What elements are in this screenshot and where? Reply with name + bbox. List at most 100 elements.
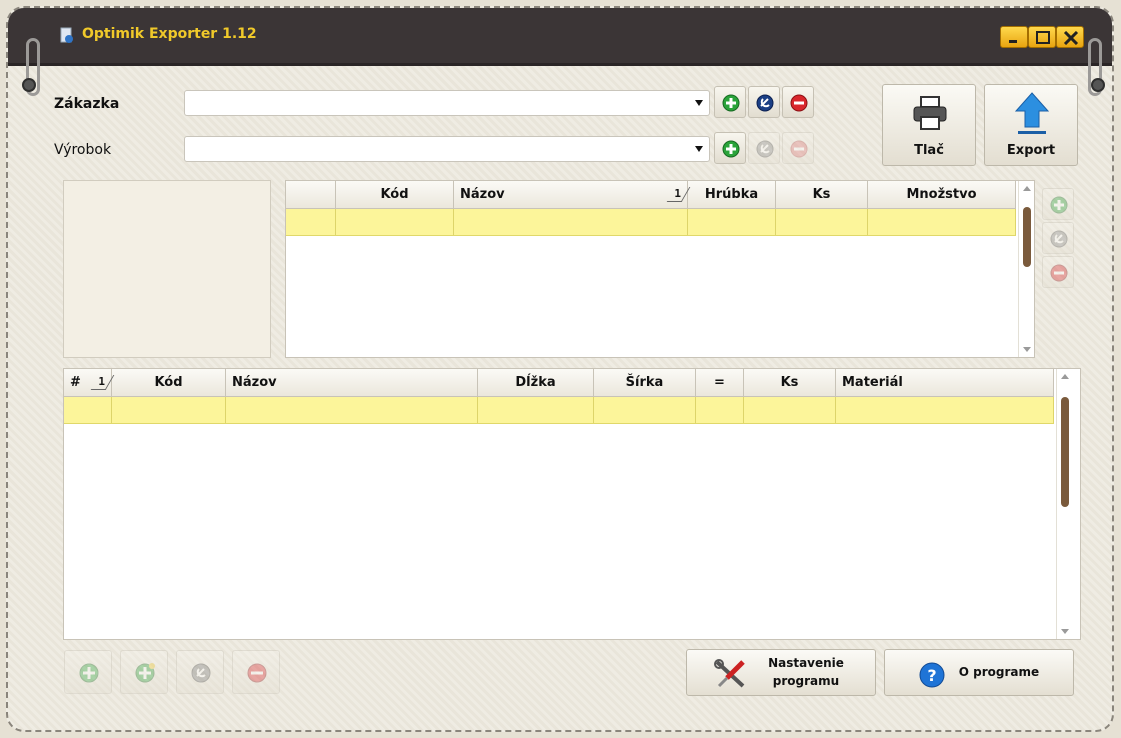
table-cell[interactable] [776, 209, 868, 235]
close-button[interactable] [1056, 26, 1084, 48]
bottom-add-button[interactable] [64, 650, 112, 694]
export-button[interactable]: Export [984, 84, 1078, 166]
vyrobok-edit-button[interactable] [748, 132, 780, 164]
binder-dot-right [1091, 78, 1105, 92]
minus-circle-icon [1050, 264, 1068, 282]
table-cell[interactable] [64, 397, 112, 423]
table-cell[interactable] [226, 397, 478, 423]
preview-panel [63, 180, 271, 358]
lower-col-index-label: # [70, 375, 81, 390]
scroll-up-icon[interactable] [1061, 374, 1069, 379]
plus-circle-icon [1050, 196, 1068, 214]
table-cell[interactable] [594, 397, 696, 423]
table-cell[interactable] [868, 209, 1016, 235]
table-cell[interactable] [696, 397, 744, 423]
zakazka-delete-button[interactable] [782, 86, 814, 118]
upper-col-nazov[interactable]: Názov 1 [454, 181, 688, 208]
table-cell[interactable] [688, 209, 776, 235]
upper-grid[interactable]: Kód Názov 1 Hrúbka Ks Množstvo [285, 180, 1035, 358]
minus-circle-icon [790, 140, 808, 158]
export-label: Export [1006, 143, 1056, 158]
item-delete-button[interactable] [1042, 256, 1074, 288]
minimize-icon [1009, 40, 1017, 43]
zakazka-label: Zákazka [54, 96, 120, 112]
title-bar[interactable]: Optimik Exporter 1.12 [8, 8, 1112, 66]
item-add-button[interactable] [1042, 188, 1074, 220]
about-label: O programe [958, 665, 1040, 679]
scroll-thumb[interactable] [1061, 397, 1069, 507]
upper-col-mnozstvo[interactable]: Množstvo [868, 181, 1016, 208]
tools-icon [714, 659, 745, 688]
zakazka-add-button[interactable] [714, 86, 746, 118]
scroll-up-icon[interactable] [1023, 186, 1031, 191]
upper-grid-header: Kód Názov 1 Hrúbka Ks Množstvo [286, 181, 1016, 209]
lower-grid[interactable]: # 1 Kód Názov Dĺžka Šírka = Ks Materiál [63, 368, 1081, 640]
edit-circle-icon [191, 663, 211, 683]
lower-col-dlzka[interactable]: Dĺžka [478, 369, 594, 396]
vyrobok-select[interactable] [184, 136, 710, 162]
maximize-icon [1036, 31, 1050, 44]
scroll-thumb[interactable] [1023, 207, 1031, 267]
upper-grid-scrollbar[interactable] [1018, 181, 1034, 357]
upper-col-ks[interactable]: Ks [776, 181, 868, 208]
upper-col-nazov-label: Názov [460, 187, 505, 202]
print-button[interactable]: Tlač [882, 84, 976, 166]
bottom-delete-button[interactable] [232, 650, 280, 694]
upload-arrow-icon [1014, 92, 1050, 134]
table-cell[interactable] [836, 397, 1054, 423]
table-row[interactable] [286, 209, 1016, 236]
item-edit-button[interactable] [1042, 222, 1074, 254]
minus-circle-icon [790, 94, 808, 112]
edit-circle-icon [1050, 230, 1068, 248]
minus-circle-icon [247, 663, 267, 683]
settings-button[interactable]: Nastavenie programu [686, 649, 876, 696]
lower-col-material[interactable]: Materiál [836, 369, 1054, 396]
upper-col-hrubka[interactable]: Hrúbka [688, 181, 776, 208]
lower-grid-scrollbar[interactable] [1056, 369, 1072, 639]
settings-label-line2: programu [772, 674, 840, 688]
zakazka-select[interactable] [184, 90, 710, 116]
lower-col-nazov[interactable]: Názov [226, 369, 478, 396]
lower-col-kod[interactable]: Kód [112, 369, 226, 396]
lower-col-sirka[interactable]: Šírka [594, 369, 696, 396]
upper-col-kod[interactable]: Kód [336, 181, 454, 208]
chevron-down-icon[interactable] [695, 100, 703, 106]
lower-col-equals[interactable]: = [696, 369, 744, 396]
table-row[interactable] [64, 397, 1054, 424]
bottom-edit-button[interactable] [176, 650, 224, 694]
lower-grid-header: # 1 Kód Názov Dĺžka Šírka = Ks Materiál [64, 369, 1054, 397]
vyrobok-label: Výrobok [54, 142, 112, 158]
plus-circle-icon [722, 94, 740, 112]
table-cell[interactable] [112, 397, 226, 423]
plus-circle-copy-icon [135, 663, 155, 683]
table-cell[interactable] [744, 397, 836, 423]
upper-col-selector[interactable] [286, 181, 336, 208]
settings-label-line1: Nastavenie [768, 656, 844, 670]
vyrobok-delete-button[interactable] [782, 132, 814, 164]
bottom-add-copy-button[interactable] [120, 650, 168, 694]
about-button[interactable]: ? O programe [884, 649, 1074, 696]
lower-col-ks[interactable]: Ks [744, 369, 836, 396]
edit-circle-icon [756, 140, 774, 158]
minimize-button[interactable] [1000, 26, 1028, 48]
close-icon [1063, 31, 1079, 45]
vyrobok-add-button[interactable] [714, 132, 746, 164]
binder-dot-left [22, 78, 36, 92]
lower-col-index[interactable]: # 1 [64, 369, 112, 396]
help-icon: ? [919, 662, 945, 688]
window-title: Optimik Exporter 1.12 [82, 26, 257, 42]
maximize-button[interactable] [1028, 26, 1056, 48]
table-cell[interactable] [336, 209, 454, 235]
print-label: Tlač [914, 143, 944, 158]
scroll-down-icon[interactable] [1023, 347, 1031, 352]
printer-icon [913, 96, 947, 130]
chevron-down-icon[interactable] [695, 146, 703, 152]
edit-circle-icon [756, 94, 774, 112]
plus-circle-icon [79, 663, 99, 683]
scroll-down-icon[interactable] [1061, 629, 1069, 634]
table-cell[interactable] [454, 209, 688, 235]
sort-indicator-icon: 1 [98, 375, 105, 388]
zakazka-edit-button[interactable] [748, 86, 780, 118]
table-cell[interactable] [478, 397, 594, 423]
table-cell[interactable] [286, 209, 336, 235]
